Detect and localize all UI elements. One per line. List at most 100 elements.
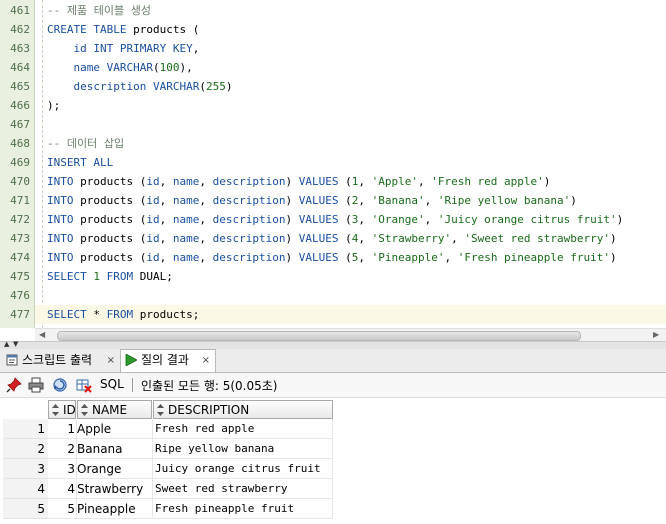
tab-script-output[interactable]: 스크립트 출력 × [2, 350, 120, 371]
code-line[interactable]: CREATE TABLE products ( [47, 20, 199, 39]
column-header-description[interactable]: DESCRIPTION [153, 400, 333, 419]
code-token: name [172, 194, 200, 207]
code-line[interactable]: -- 데이터 삽입 [47, 134, 124, 153]
cell-description[interactable]: Juicy orange citrus fruit [153, 459, 333, 479]
code-line[interactable]: INTO products (id, name, description) VA… [47, 229, 617, 248]
line-number: 476 [10, 289, 30, 302]
code-token: , [444, 251, 458, 264]
code-line[interactable]: INTO products (id, name, description) VA… [47, 191, 577, 210]
sql-editor[interactable]: 461 462 463 464 465 466 467 468 469 470 471 472 473 4… [0, 0, 666, 328]
line-number: 473 [10, 232, 30, 245]
code-line[interactable]: id INT PRIMARY KEY, [47, 39, 199, 58]
code-line[interactable]: INTO products (id, name, description) VA… [47, 172, 550, 191]
code-line[interactable]: ); [47, 96, 60, 115]
cell-id[interactable]: 3 [48, 459, 77, 479]
row-number[interactable]: 4 [3, 479, 48, 499]
code-token: id [47, 42, 94, 55]
print-icon[interactable] [28, 377, 44, 393]
cell-id[interactable]: 1 [48, 419, 77, 439]
results-grid[interactable]: ID NAME DESCRIPTION 1 1 Apple Fresh red app… [0, 398, 666, 524]
code-line[interactable]: INSERT ALL [47, 153, 113, 172]
code-token: ( [338, 175, 352, 188]
tab-label: 질의 결과 [141, 353, 189, 367]
line-number: 462 [10, 23, 30, 36]
scroll-left-icon[interactable]: ◀ [39, 330, 45, 339]
scrollbar-thumb[interactable] [57, 331, 581, 341]
cell-id[interactable]: 2 [48, 439, 77, 459]
code-line[interactable]: description VARCHAR(255) [47, 77, 232, 96]
code-token: 'Fresh red apple' [431, 175, 544, 188]
close-icon[interactable]: × [202, 350, 210, 371]
line-number: 469 [10, 156, 30, 169]
tab-query-result[interactable]: 질의 결과 × [120, 349, 216, 372]
code-line[interactable]: SELECT 1 FROM DUAL; [47, 267, 173, 286]
cell-description[interactable]: Sweet red strawberry [153, 479, 333, 499]
line-number: 465 [10, 80, 30, 93]
code-token: , [159, 175, 173, 188]
line-number: 477 [10, 308, 30, 321]
code-token: SELECT [47, 270, 87, 283]
cell-name[interactable]: Banana [77, 439, 153, 459]
cell-name[interactable]: Strawberry [77, 479, 153, 499]
editor-horizontal-scrollbar[interactable]: ◀ ▶ [35, 328, 666, 342]
code-token: ) [285, 232, 299, 245]
row-number[interactable]: 3 [3, 459, 48, 479]
code-line[interactable]: -- 제품 테이블 생성 [47, 1, 151, 20]
code-token: id [146, 175, 160, 188]
code-token: , [199, 213, 213, 226]
cell-name[interactable]: Pineapple [77, 499, 153, 519]
collapse-up-icon[interactable]: ▲ [4, 340, 9, 348]
refresh-icon[interactable] [52, 377, 68, 393]
code-line[interactable]: INTO products (id, name, description) VA… [47, 248, 617, 267]
code-token: products; [133, 308, 200, 321]
row-number[interactable]: 2 [3, 439, 48, 459]
code-token: id [146, 232, 160, 245]
close-icon[interactable]: × [107, 350, 115, 371]
cell-name[interactable]: Apple [77, 419, 153, 439]
cell-description[interactable]: Ripe yellow banana [153, 439, 333, 459]
code-token: * [86, 308, 107, 321]
code-token: ( [152, 61, 160, 74]
code-token: , [358, 175, 372, 188]
code-token: 'Ripe yellow banana' [437, 194, 571, 207]
code-token: , [358, 232, 372, 245]
code-token: description [212, 232, 286, 245]
line-number: 461 [10, 4, 30, 17]
line-number: 474 [10, 251, 30, 264]
line-number: 472 [10, 213, 30, 226]
cell-description[interactable]: Fresh pineapple fruit [153, 499, 333, 519]
column-header-name[interactable]: NAME [77, 400, 152, 419]
code-token: , [159, 251, 173, 264]
row-number[interactable]: 5 [3, 499, 48, 519]
collapse-down-icon[interactable]: ▼ [13, 340, 18, 348]
code-token: VALUES [298, 194, 339, 207]
code-token: , [199, 194, 213, 207]
clear-grid-icon[interactable] [76, 377, 92, 393]
code-token: FROM [106, 308, 134, 321]
code-token: ( [199, 80, 206, 93]
sql-button[interactable]: SQL [100, 377, 124, 391]
code-token: INTO [47, 194, 74, 207]
line-number: 470 [10, 175, 30, 188]
code-line[interactable]: INTO products (id, name, description) VA… [47, 210, 623, 229]
scroll-right-icon[interactable]: ▶ [653, 330, 659, 339]
cell-description[interactable]: Fresh red apple [153, 419, 333, 439]
sort-icon [81, 404, 88, 416]
code-line[interactable]: name VARCHAR(100), [47, 58, 192, 77]
code-token: products ( [126, 23, 200, 36]
column-header-id[interactable]: ID [48, 400, 76, 419]
pin-icon[interactable] [6, 377, 22, 393]
cell-id[interactable]: 5 [48, 499, 77, 519]
line-number: 463 [10, 42, 30, 55]
line-number-gutter: 461 462 463 464 465 466 467 468 469 470 471 472 473 4… [0, 0, 34, 328]
code-token: ); [47, 99, 61, 112]
code-token: name [172, 175, 200, 188]
line-number: 471 [10, 194, 30, 207]
code-token: -- 데이터 삽입 [47, 137, 125, 150]
code-token: INTO [47, 213, 74, 226]
code-token: DUAL; [133, 270, 173, 283]
cell-name[interactable]: Orange [77, 459, 153, 479]
code-line[interactable]: SELECT * FROM products; [47, 305, 199, 324]
cell-id[interactable]: 4 [48, 479, 77, 499]
row-number[interactable]: 1 [3, 419, 48, 439]
